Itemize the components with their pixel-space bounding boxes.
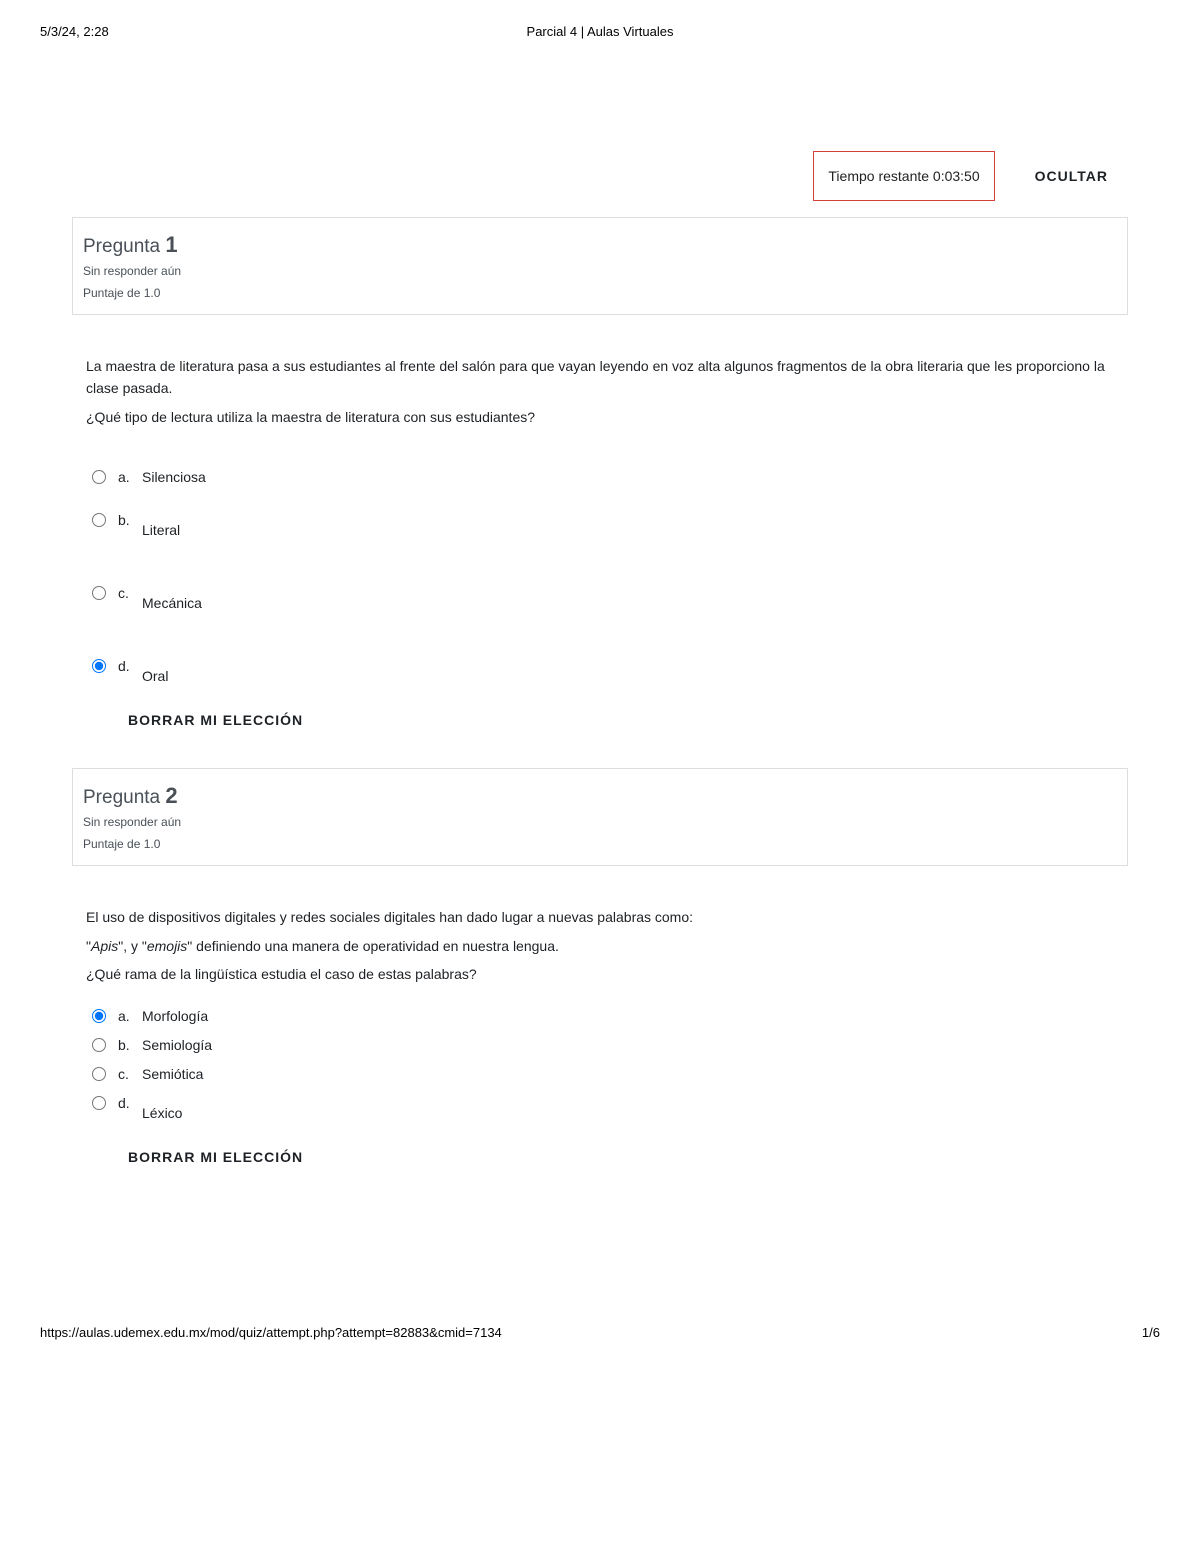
option-radio[interactable] (92, 470, 106, 484)
question-status: Sin responder aún (83, 264, 1117, 278)
option-radio[interactable] (92, 1009, 106, 1023)
option-label: Silenciosa (140, 469, 206, 485)
clear-choice-button[interactable]: BORRAR MI ELECCIÓN (128, 1149, 1114, 1165)
option-letter: b. (118, 1037, 140, 1053)
option-label: Semiología (140, 1037, 212, 1053)
clear-choice-button[interactable]: BORRAR MI ELECCIÓN (128, 712, 1114, 728)
option-letter: c. (118, 1066, 140, 1082)
option-row[interactable]: c.Semiótica (92, 1065, 1114, 1082)
option-label: Literal (140, 522, 180, 538)
question-text: El uso de dispositivos digitales y redes… (86, 906, 1114, 985)
option-letter: c. (118, 585, 140, 601)
option-row[interactable]: d.Léxico (92, 1094, 1114, 1111)
option-row[interactable]: a.Morfología (92, 1007, 1114, 1024)
question-block-2: Pregunta 2 Sin responder aún Puntaje de … (72, 768, 1128, 1165)
options-list: a.Morfologíab.Semiologíac.Semióticad.Léx… (92, 1007, 1114, 1111)
question-text: La maestra de literatura pasa a sus estu… (86, 355, 1114, 428)
option-label: Léxico (140, 1105, 182, 1121)
timer-box: Tiempo restante 0:03:50 (813, 151, 994, 201)
option-label: Oral (140, 668, 168, 684)
option-radio[interactable] (92, 513, 106, 527)
option-row[interactable]: b.Semiología (92, 1036, 1114, 1053)
question-title: Pregunta 1 (83, 232, 1117, 258)
question-points: Puntaje de 1.0 (83, 286, 1117, 300)
option-label: Semiótica (140, 1066, 203, 1082)
option-letter: d. (118, 658, 140, 674)
option-radio[interactable] (92, 659, 106, 673)
timer-label: Tiempo restante (828, 168, 933, 184)
print-footer: https://aulas.udemex.edu.mx/mod/quiz/att… (0, 1285, 1200, 1360)
options-list: a.Silenciosa b.Literal c.Mecánica d.Oral (92, 468, 1114, 674)
option-row[interactable]: b.Literal (92, 511, 1114, 528)
print-page: 1/6 (1142, 1325, 1160, 1340)
option-radio[interactable] (92, 586, 106, 600)
question-header: Pregunta 2 Sin responder aún Puntaje de … (72, 768, 1128, 866)
option-radio[interactable] (92, 1096, 106, 1110)
question-points: Puntaje de 1.0 (83, 837, 1117, 851)
question-status: Sin responder aún (83, 815, 1117, 829)
print-header: 5/3/24, 2:28 Parcial 4 | Aulas Virtuales (0, 0, 1200, 51)
option-letter: b. (118, 512, 140, 528)
option-letter: d. (118, 1095, 140, 1111)
question-number: 1 (165, 232, 177, 257)
print-title: Parcial 4 | Aulas Virtuales (240, 24, 960, 39)
option-row[interactable]: c.Mecánica (92, 584, 1114, 601)
option-radio[interactable] (92, 1067, 106, 1081)
timer-value: 0:03:50 (933, 168, 980, 184)
question-number: 2 (165, 783, 177, 808)
question-title: Pregunta 2 (83, 783, 1117, 809)
hide-timer-button[interactable]: OCULTAR (1015, 160, 1128, 192)
option-letter: a. (118, 1008, 140, 1024)
print-date: 5/3/24, 2:28 (40, 24, 240, 39)
option-radio[interactable] (92, 1038, 106, 1052)
option-label: Morfología (140, 1008, 208, 1024)
question-block-1: Pregunta 1 Sin responder aún Puntaje de … (72, 217, 1128, 728)
option-row[interactable]: d.Oral (92, 657, 1114, 674)
timer-row: Tiempo restante 0:03:50 OCULTAR (72, 151, 1128, 201)
option-label: Mecánica (140, 595, 202, 611)
question-header: Pregunta 1 Sin responder aún Puntaje de … (72, 217, 1128, 315)
print-url: https://aulas.udemex.edu.mx/mod/quiz/att… (40, 1325, 502, 1340)
option-row[interactable]: a.Silenciosa (92, 468, 1114, 485)
option-letter: a. (118, 469, 140, 485)
